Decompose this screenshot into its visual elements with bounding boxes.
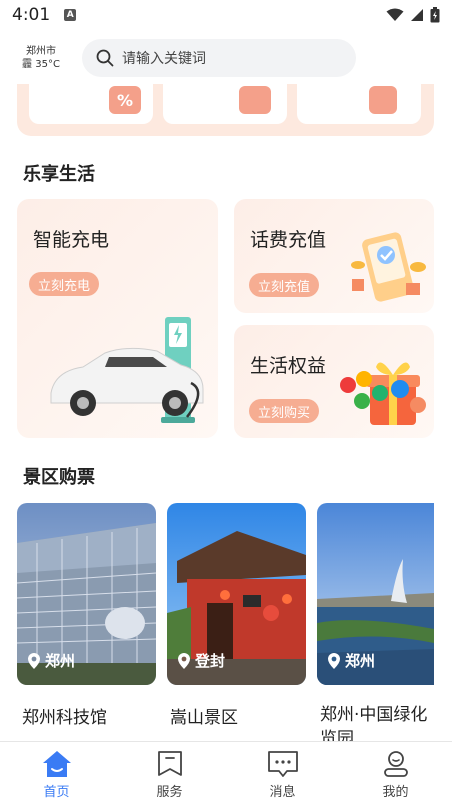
nav-label: 消息 [269,785,296,800]
scenic-name-2[interactable]: 嵩山景区 [170,703,238,728]
card-life-benefits[interactable]: 生活权益 立刻购买 [234,325,434,438]
location-pin-icon [178,652,190,669]
buy-now-button[interactable]: 立刻购买 [249,399,320,423]
nav-label: 服务 [156,785,183,800]
search-input[interactable]: 请输入关键词 [122,48,206,68]
shopping-bag-icon [239,86,271,114]
location-pin-icon [328,652,340,669]
service-tile-bag[interactable] [163,84,287,124]
charge-now-button[interactable]: 立刻充电 [29,272,100,296]
weather-label: 霾 35°C [22,59,60,70]
services-card-partial: % [17,84,434,136]
search-bar[interactable]: 请输入关键词 [82,39,356,77]
nav-service[interactable]: 服务 [113,742,226,805]
nav-label: 首页 [43,785,70,800]
phone-recharge-icon [351,232,426,302]
service-tile-phone[interactable] [297,84,421,124]
location-pin-icon [28,652,40,669]
nav-home[interactable]: 首页 [0,742,113,805]
status-icons [386,7,440,23]
profile-icon [383,751,408,777]
message-icon [267,751,298,777]
service-tile-discount[interactable]: % [29,84,153,124]
nav-label: 我的 [382,785,409,800]
card-phone-recharge[interactable]: 话费充值 立刻充值 [234,199,434,313]
ev-charger-car-icon [50,317,204,423]
card-title: 智能充电 [33,229,110,251]
service-icon [157,751,182,776]
bottom-nav: 首页 服务 消息 我的 [0,741,452,805]
phone-icon [369,86,397,114]
status-bar: 4:01 A [0,0,452,30]
scenic-city-label: 郑州 [327,650,375,671]
home-icon [42,751,71,777]
nav-profile[interactable]: 我的 [339,742,452,805]
notification-a-icon: A [64,9,77,21]
gift-box-benefits-icon [340,362,426,425]
search-icon [96,49,114,67]
scenic-city-label: 郑州 [27,650,75,671]
card-title: 生活权益 [250,355,327,377]
card-smart-charging[interactable]: 智能充电 立刻充电 [17,199,218,438]
scenic-card-3[interactable]: 郑州 [317,503,434,685]
nav-messages[interactable]: 消息 [226,742,339,805]
city-label: 郑州市 [26,46,56,57]
scenic-name-3[interactable]: 郑州·中国绿化 览园 [320,703,452,741]
location-weather[interactable]: 郑州市 霾 35°C [16,45,66,71]
scenic-city-label: 登封 [177,650,225,671]
recharge-now-button[interactable]: 立刻充值 [249,273,320,297]
scenic-name-1[interactable]: 郑州科技馆 [22,703,107,728]
header: 郑州市 霾 35°C 请输入关键词 [0,36,452,80]
card-title: 话费充值 [250,229,327,251]
status-time: 4:01 [12,5,51,25]
scenic-card-2[interactable]: 登封 [167,503,306,685]
wifi-icon [386,8,404,21]
section-title-scenic: 景区购票 [23,467,95,488]
scenic-card-1[interactable]: 郑州 [17,503,156,685]
cellular-signal-icon [411,9,423,21]
percent-icon: % [109,86,141,114]
section-title-life: 乐享生活 [23,164,95,185]
battery-charging-icon [430,7,440,23]
